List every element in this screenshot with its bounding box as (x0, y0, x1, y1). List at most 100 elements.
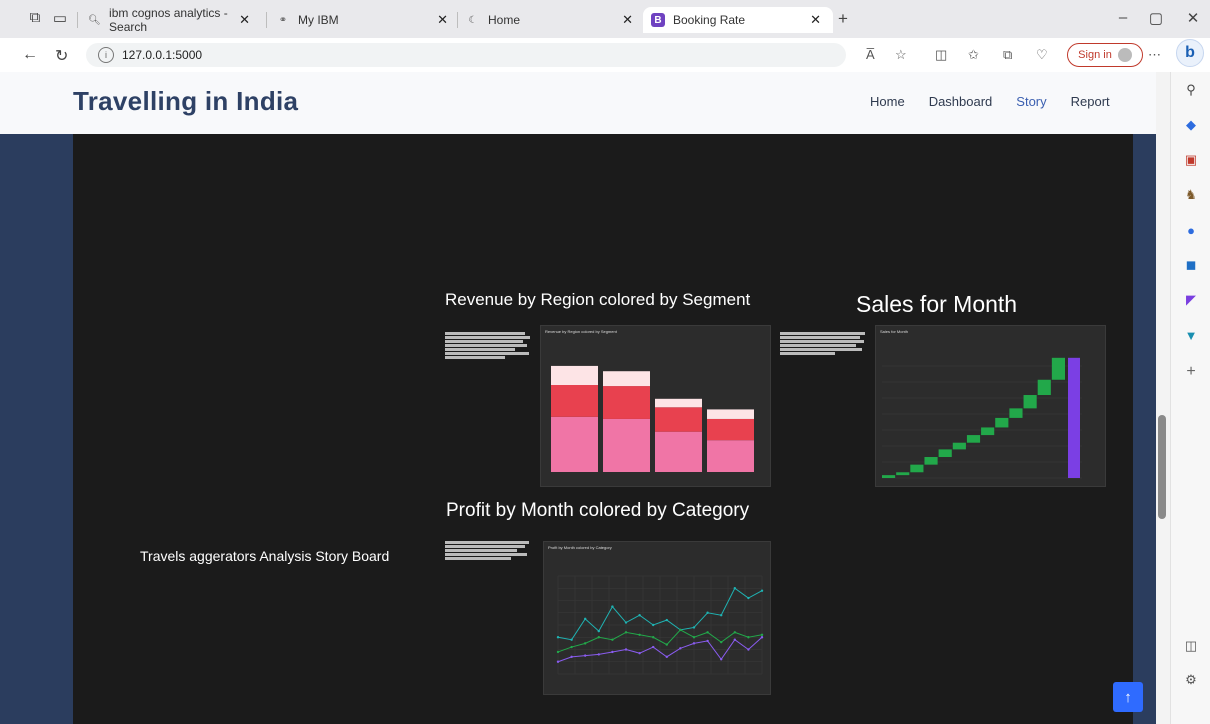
profit-point (597, 629, 600, 633)
sales-waterfall-bar (882, 475, 896, 478)
search-icon[interactable]: ⚲ (1183, 82, 1199, 98)
revenue-bar-segment (655, 431, 702, 472)
microsoft-365-icon[interactable]: ● (1183, 222, 1199, 238)
sales-waterfall-bar (938, 449, 952, 458)
more-menu-icon[interactable]: ⋯ (1148, 47, 1161, 63)
site-brand[interactable]: Travelling in India (73, 86, 298, 117)
games-icon[interactable]: ♞ (1183, 187, 1199, 203)
close-tab-icon[interactable]: ✕ (437, 12, 448, 28)
sales-waterfall-chart (882, 357, 1082, 479)
tab-home[interactable]: ☾ Home ✕ (466, 7, 641, 33)
profit-point (638, 614, 641, 617)
avatar-icon (1117, 48, 1132, 62)
nav-story[interactable]: Story (1016, 94, 1046, 109)
browser-tab-strip: ⧉ ▭ 🔍︎ ibm cognos analytics - Search ✕ ⚭… (0, 0, 1210, 38)
profit-point (597, 636, 600, 639)
outlook-icon[interactable]: ◼ (1183, 257, 1199, 273)
sign-in-button[interactable]: Sign in (1067, 43, 1143, 67)
back-icon[interactable]: ← (22, 46, 38, 64)
close-tab-icon[interactable]: ✕ (239, 12, 250, 28)
revenue-bar-segment (707, 440, 754, 472)
nav-dashboard[interactable]: Dashboard (929, 94, 993, 109)
tab-label: Home (488, 13, 521, 27)
profit-point (570, 655, 573, 659)
sales-waterfall-bar (966, 435, 981, 443)
site-info-icon[interactable]: i (98, 47, 114, 63)
profit-point (652, 645, 655, 649)
revenue-bar-segment (655, 407, 702, 432)
address-bar[interactable]: i 127.0.0.1:5000 (86, 43, 846, 67)
revenue-bar-segment (603, 418, 650, 472)
profit-point (733, 631, 736, 634)
minimize-icon[interactable]: – (1108, 9, 1138, 26)
story-board-title: Travels aggerators Analysis Story Board (140, 548, 390, 564)
restore-icon[interactable]: ▢ (1141, 9, 1171, 27)
profit-point (679, 647, 682, 650)
chart-title-sales: Sales for Month (856, 291, 1018, 317)
chart-title-profit: Profit by Month colored by Category (446, 500, 750, 521)
settings-gear-icon[interactable]: ⚙ (1183, 672, 1199, 688)
revenue-chart-panel[interactable]: Revenue by Region colored by Segment (540, 325, 771, 487)
profit-point (624, 631, 628, 634)
new-tab-icon[interactable]: + (828, 9, 858, 29)
profit-point (624, 621, 628, 624)
profit-point (692, 636, 696, 639)
profit-point (624, 648, 628, 651)
sales-chart-panel[interactable]: Sales for Month (875, 325, 1106, 487)
tab-label: Booking Rate (673, 13, 746, 27)
revenue-bar-segment (707, 409, 754, 419)
hide-sidebar-icon[interactable]: ◫ (1183, 638, 1199, 654)
revenue-bar-segment (603, 386, 650, 419)
read-aloud-icon[interactable]: A̅ (866, 47, 875, 62)
add-sidebar-app-icon[interactable]: + (1183, 363, 1199, 380)
bootstrap-b-icon: B (651, 13, 665, 27)
tab-actions-icon[interactable]: ▭ (45, 9, 75, 27)
chart-notes-sales (780, 331, 870, 356)
scroll-to-top-button[interactable]: ↑ (1113, 682, 1143, 712)
nav-report[interactable]: Report (1071, 94, 1110, 109)
profit-point (611, 650, 614, 654)
address-toolbar: ← ↻ i 127.0.0.1:5000 A̅ ☆ ◫ ✩ ⧉ ♡ Sign i… (0, 38, 1210, 73)
sales-waterfall-bar (952, 442, 966, 450)
profit-point (638, 651, 641, 655)
profit-point (611, 638, 614, 641)
sales-waterfall-bar (1037, 379, 1051, 396)
close-window-icon[interactable]: ✕ (1178, 9, 1208, 27)
profit-point (584, 654, 587, 657)
sales-waterfall-bar (981, 427, 995, 436)
close-tab-icon[interactable]: ✕ (622, 12, 633, 28)
revenue-bar-segment (603, 371, 650, 387)
designer-icon[interactable]: ◤ (1183, 292, 1199, 308)
copilot-icon[interactable]: b (1176, 39, 1204, 67)
sales-waterfall-bar (1051, 357, 1065, 380)
profit-point (638, 633, 641, 636)
revenue-bar-segment (707, 418, 754, 441)
favorites-icon[interactable]: ✩ (968, 47, 979, 63)
site-nav: Home Dashboard Story Report (870, 94, 1134, 109)
close-tab-icon[interactable]: ✕ (810, 12, 821, 28)
profit-chart-panel[interactable]: Profit by Month colored by Category (543, 541, 771, 695)
revenue-bar-segment (655, 398, 702, 408)
profit-point (720, 614, 723, 617)
favorite-star-icon[interactable]: ☆ (895, 47, 907, 63)
profit-point (665, 618, 668, 622)
tab-my-ibm[interactable]: ⚭ My IBM ✕ (276, 7, 456, 33)
split-screen-icon[interactable]: ◫ (935, 47, 947, 63)
browser-essentials-icon[interactable]: ♡ (1036, 47, 1048, 63)
scrollbar-thumb[interactable] (1158, 415, 1166, 519)
search-icon: 🔍︎ (88, 14, 101, 26)
profit-point (760, 589, 764, 592)
refresh-icon[interactable]: ↻ (55, 46, 68, 66)
profit-point (665, 655, 668, 659)
chart-title-revenue: Revenue by Region colored by Segment (445, 290, 751, 309)
page-scrollbar[interactable] (1156, 72, 1170, 724)
shopping-tag-icon[interactable]: ◆ (1183, 117, 1199, 133)
drop-icon[interactable]: ▼ (1183, 327, 1199, 343)
tab-search[interactable]: 🔍︎ ibm cognos analytics - Search ✕ (88, 6, 258, 34)
tab-booking-rate[interactable]: B Booking Rate ✕ (643, 7, 833, 33)
profit-point (584, 617, 587, 621)
tools-briefcase-icon[interactable]: ▣ (1183, 152, 1199, 168)
profit-point (556, 636, 560, 639)
collections-icon[interactable]: ⧉ (1003, 47, 1012, 63)
nav-home[interactable]: Home (870, 94, 905, 109)
